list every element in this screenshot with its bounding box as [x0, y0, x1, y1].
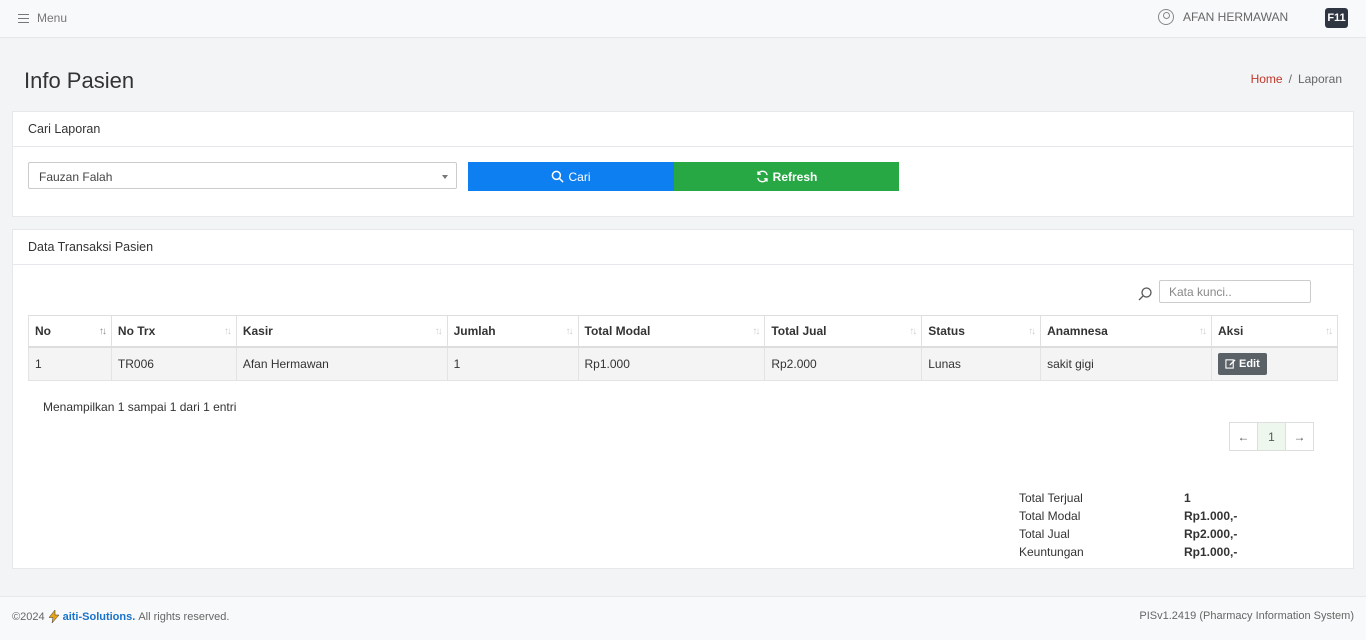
page-title: Info Pasien — [24, 68, 135, 93]
search-icon — [552, 170, 565, 183]
caret-down-icon — [442, 175, 448, 179]
transactions-table: No ↑↓ No Trx ↑↓ Kasir ↑↓ Jumlah ↑↓ Total Mod… — [28, 315, 1338, 381]
cell-total-modal: Rp1.000 — [577, 346, 766, 381]
breadcrumb-separator: / — [1288, 72, 1292, 86]
cell-no: 1 — [28, 346, 112, 381]
pagination-next-button[interactable]: → — [1285, 422, 1314, 451]
cell-status: Lunas — [921, 346, 1042, 381]
column-header-no[interactable]: No ↑↓ — [28, 315, 112, 348]
footer-copyright: ©2024 aiti-Solutions. All rights reserve… — [12, 610, 229, 623]
column-header-total-jual[interactable]: Total Jual ↑↓ — [764, 315, 923, 348]
sort-icon: ↑↓ — [909, 326, 917, 337]
refresh-button-label: Refresh — [772, 169, 818, 184]
patient-select[interactable]: Fauzan Falah — [28, 162, 457, 189]
sort-icon: ↑↓ — [565, 326, 574, 337]
patient-transactions-card: Data Transaksi Pasien No↑↓ No Trx↑↓ Kasi… — [12, 229, 1354, 569]
sort-icon: ↑↓ — [1325, 326, 1333, 337]
app-version: PISv1.2419 (Pharmacy Information System) — [1139, 610, 1354, 622]
arrow-right-icon: → — [1293, 429, 1306, 444]
pagination-prev-button[interactable]: ← — [1229, 422, 1258, 451]
totals-label: Total Jual — [1019, 527, 1070, 541]
sort-asc-icon: ↑↓ — [98, 326, 107, 337]
column-header-aksi[interactable]: Aksi ↑↓ — [1211, 315, 1338, 348]
totals-row: Total Modal Rp1.000,- — [1019, 507, 1237, 525]
column-header-kasir[interactable]: Kasir ↑↓ — [235, 315, 448, 348]
user-circle-icon — [1158, 9, 1174, 25]
user-menu[interactable]: AFAN HERMAWAN — [1158, 9, 1288, 25]
column-header-total-modal[interactable]: Total Modal ↑↓ — [577, 315, 766, 348]
footer: ©2024 aiti-Solutions. All rights reserve… — [0, 596, 1366, 640]
column-header-jumlah[interactable]: Jumlah ↑↓ — [446, 315, 579, 348]
sort-icon: ↑↓ — [752, 326, 760, 337]
totals-value: 1 — [1184, 491, 1191, 505]
table-info-text: Menampilkan 1 sampai 1 dari 1 entri — [43, 400, 237, 414]
menu-label: Menu — [37, 11, 68, 25]
pagination-page-button[interactable]: 1 — [1257, 422, 1286, 451]
arrow-left-icon: ← — [1237, 429, 1250, 444]
fullscreen-shortcut-badge[interactable]: F11 — [1325, 8, 1348, 28]
totals-value: Rp2.000,- — [1184, 527, 1238, 541]
totals-row: Keuntungan Rp1.000,- — [1019, 543, 1237, 561]
breadcrumb-current: Laporan — [1297, 72, 1342, 86]
patient-select-value: Fauzan Falah — [39, 170, 113, 184]
search-button[interactable]: Cari — [468, 162, 674, 191]
totals-row: Total Jual Rp2.000,- — [1019, 525, 1237, 543]
sort-icon: ↑↓ — [223, 326, 232, 337]
pagination: ← 1 → — [1229, 422, 1314, 451]
keyword-search-input[interactable] — [1159, 280, 1311, 303]
data-card-title: Data Transaksi Pasien — [13, 230, 1353, 265]
column-header-no-trx[interactable]: No Trx ↑↓ — [110, 315, 237, 348]
cell-kasir: Afan Hermawan — [235, 346, 448, 381]
table-header-row: No ↑↓ No Trx ↑↓ Kasir ↑↓ Jumlah ↑↓ Total Mod… — [28, 315, 1338, 348]
edit-icon — [1225, 359, 1236, 369]
totals-label: Total Terjual — [1019, 491, 1083, 505]
column-header-status[interactable]: Status ↑↓ — [921, 315, 1042, 348]
user-name: AFAN HERMAWAN — [1183, 10, 1289, 24]
top-navbar: Menu AFAN HERMAWAN F11 — [0, 0, 1366, 38]
sort-icon: ↑↓ — [1199, 326, 1207, 337]
totals-label: Keuntungan — [1019, 545, 1084, 559]
totals-value: Rp1.000,- — [1184, 545, 1238, 559]
cell-jumlah: 1 — [446, 346, 579, 381]
menu-toggle-button[interactable]: Menu — [18, 11, 67, 25]
refresh-icon — [756, 170, 768, 183]
rights-text: All rights reserved. — [138, 610, 230, 623]
totals-row: Total Terjual 1 — [1019, 489, 1237, 507]
cell-no-trx: TR006 — [110, 346, 237, 381]
brand-link[interactable]: aiti-Solutions. — [63, 611, 136, 623]
magnifier-icon — [1138, 287, 1152, 301]
sort-icon: ↑↓ — [434, 326, 443, 337]
search-report-card: Cari Laporan Fauzan Falah Cari Refresh — [12, 111, 1354, 217]
hamburger-icon — [18, 13, 29, 23]
search-card-title: Cari Laporan — [13, 112, 1353, 147]
column-header-anamnesa[interactable]: Anamnesa ↑↓ — [1040, 315, 1212, 348]
cell-anamnesa: sakit gigi — [1040, 346, 1212, 381]
search-button-label: Cari — [568, 169, 591, 184]
breadcrumb-home-link[interactable]: Home — [1251, 72, 1283, 86]
table-row: 1 TR006 Afan Hermawan 1 Rp1.000 Rp2.000 … — [28, 346, 1338, 381]
cell-aksi: Edit — [1211, 346, 1338, 381]
edit-button[interactable]: Edit — [1218, 352, 1267, 375]
totals-value: Rp1.000,- — [1184, 509, 1238, 523]
totals-summary: Total Terjual 1 Total Modal Rp1.000,- Tota… — [1019, 489, 1237, 561]
refresh-button[interactable]: Refresh — [674, 162, 899, 191]
breadcrumb: Home / Laporan — [1251, 72, 1342, 86]
sort-icon: ↑↓ — [1028, 326, 1036, 337]
totals-label: Total Modal — [1019, 509, 1081, 523]
lightning-icon — [48, 610, 60, 623]
cell-total-jual: Rp2.000 — [764, 346, 923, 381]
copyright-year: ©2024 — [12, 610, 45, 623]
edit-button-label: Edit — [1239, 357, 1260, 370]
